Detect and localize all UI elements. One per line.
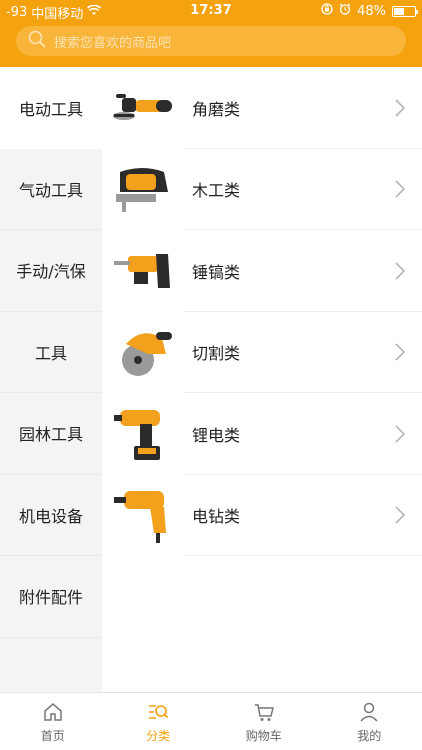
sidebar-item[interactable]: 手动/汽保 (0, 230, 102, 312)
search-icon (28, 30, 54, 52)
tab-home[interactable]: 首页 (0, 693, 106, 750)
sidebar-item-label: 机电设备 (18, 506, 83, 526)
orientation-lock-icon (321, 3, 333, 19)
sidebar-item[interactable]: 电动工具 (0, 67, 102, 149)
category-search-icon (147, 700, 169, 724)
subcategory-label: 切割类 (192, 344, 241, 364)
status-bar: -93 中国移动 17:37 48% (0, 0, 422, 22)
sidebar-item[interactable]: 气动工具 (0, 149, 102, 230)
subcategory-label: 木工类 (192, 181, 241, 201)
sidebar-item-label: 气动工具 (18, 180, 83, 200)
circular-saw-icon (110, 322, 180, 382)
chevron-right-icon (394, 180, 406, 202)
tab-cart[interactable]: 购物车 (211, 693, 317, 750)
sidebar-item-label: 电动工具 (18, 99, 83, 119)
tab-label: 购物车 (245, 728, 282, 743)
subcategory-row[interactable]: 角磨类 (102, 67, 422, 149)
subcategory-label: 锤镐类 (192, 262, 241, 282)
tab-label: 分类 (146, 728, 171, 743)
sidebar-item[interactable]: 附件配件 (0, 556, 102, 638)
tab-category-search[interactable]: 分类 (106, 693, 212, 750)
user-icon (358, 700, 380, 724)
chevron-right-icon (394, 425, 406, 447)
electric-drill-icon (110, 485, 180, 545)
battery-percent: 48% (357, 3, 386, 19)
subcategory-label: 电钻类 (192, 507, 241, 527)
top-bar: -93 中国移动 17:37 48% 搜索您喜欢的商品吧 (0, 0, 422, 67)
search-input[interactable]: 搜索您喜欢的商品吧 (16, 26, 406, 56)
subcategory-label: 角磨类 (192, 99, 241, 119)
chevron-right-icon (394, 99, 406, 121)
tab-label: 我的 (357, 728, 382, 743)
rotary-hammer-icon (110, 241, 180, 301)
sidebar-item-label: 附件配件 (18, 588, 83, 608)
subcategory-list: 角磨类木工类锤镐类切割类锂电类电钻类 (102, 67, 422, 692)
chevron-right-icon (394, 262, 406, 284)
chevron-right-icon (394, 343, 406, 365)
cordless-drill-icon (110, 404, 180, 464)
tab-bar: 首页 分类 购物车 我的 (0, 692, 422, 750)
subcategory-row[interactable]: 电钻类 (102, 475, 422, 557)
subcategory-row[interactable]: 锂电类 (102, 393, 422, 475)
sidebar-item[interactable]: 机电设备 (0, 475, 102, 556)
cart-icon (253, 700, 275, 724)
tab-label: 首页 (40, 728, 65, 743)
subcategory-row[interactable]: 切割类 (102, 312, 422, 394)
sidebar-item[interactable]: 园林工具 (0, 393, 102, 475)
subcategory-row[interactable]: 锤镐类 (102, 230, 422, 312)
sidebar-item[interactable]: 工具 (0, 312, 102, 393)
chevron-right-icon (394, 506, 406, 528)
subcategory-row[interactable]: 木工类 (102, 149, 422, 231)
subcategory-label: 锂电类 (192, 425, 241, 445)
sidebar-item-label: 手动/汽保 (16, 262, 86, 282)
home-icon (42, 700, 64, 724)
category-sidebar: 电动工具气动工具手动/汽保工具园林工具机电设备附件配件 (0, 67, 102, 692)
sidebar-item-label: 园林工具 (18, 425, 83, 445)
search-placeholder: 搜索您喜欢的商品吧 (54, 35, 172, 51)
alarm-icon (339, 3, 351, 19)
angle-grinder-icon (110, 78, 180, 138)
jigsaw-icon (110, 159, 180, 219)
sidebar-item-label: 工具 (34, 343, 67, 363)
battery-icon (392, 5, 418, 17)
tab-user[interactable]: 我的 (317, 693, 422, 750)
